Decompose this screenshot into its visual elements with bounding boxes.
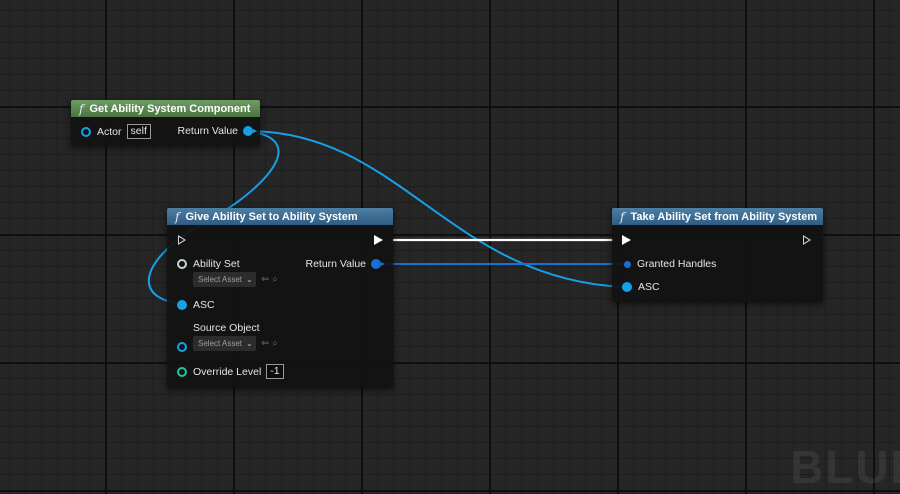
object-pin-icon[interactable] [177,300,187,310]
node-give-ability-set[interactable]: f Give Ability Set to Ability System Abi… [167,208,393,388]
struct-pin-icon[interactable] [624,260,631,268]
struct-pin-out-icon[interactable] [371,259,385,269]
asc-pin-row: ASC [177,299,215,311]
asc-label: ASC [638,281,660,293]
exec-in-pin-icon[interactable] [178,235,186,245]
node-header[interactable]: f Give Ability Set to Ability System [167,208,393,225]
ability-set-dropdown[interactable]: Select Asset ⌄ [193,272,256,287]
granted-handles-label: Granted Handles [637,258,717,270]
override-level-value[interactable]: -1 [266,364,284,379]
ability-set-pin-row: Ability Set [177,258,240,270]
source-object-dropdown[interactable]: Select Asset ⌄ [193,336,256,351]
function-icon: f [79,101,84,116]
node-get-ability-system-component[interactable]: f Get Ability System Component Actor sel… [71,100,260,146]
browse-icon[interactable]: ⌕ [272,338,278,349]
object-pin-icon[interactable] [622,282,632,292]
granted-handles-pin-row: Granted Handles [624,258,716,270]
override-level-pin-row: Override Level -1 [177,364,284,379]
asc-label: ASC [193,299,215,311]
exec-out-pin-icon[interactable] [374,235,383,245]
asc-pin-row: ASC [622,281,660,293]
blueprint-watermark: BLUE [790,441,900,493]
chevron-down-icon: ⌄ [246,339,253,348]
use-selected-icon[interactable]: ⇐ [261,338,269,349]
object-pin-out-icon[interactable] [243,126,257,136]
return-pin-row: Return Value [177,125,257,137]
source-object-value: Select Asset [198,339,243,348]
return-value-label: Return Value [177,125,238,137]
node-title: Give Ability Set to Ability System [185,210,358,223]
int-pin-icon[interactable] [177,366,187,377]
asset-pin-icon[interactable] [177,259,187,269]
override-level-label: Override Level [193,365,262,378]
chevron-down-icon: ⌄ [246,275,253,284]
source-object-pin-row: Source Object [177,322,260,352]
object-pin-icon[interactable] [177,342,187,352]
return-value-label: Return Value [305,258,366,270]
node-title: Take Ability Set from Ability System [630,210,818,223]
browse-icon[interactable]: ⌕ [272,274,278,285]
use-selected-icon[interactable]: ⇐ [261,274,269,285]
ability-set-select[interactable]: Select Asset ⌄ ⇐ ⌕ [193,272,278,287]
exec-in-pin-icon[interactable] [622,235,631,245]
exec-out-pin-icon[interactable] [803,235,811,245]
node-take-ability-set[interactable]: f Take Ability Set from Ability System G… [612,208,823,302]
node-title: Get Ability System Component [89,102,251,115]
actor-pin-row: Actor self [81,124,151,139]
object-pin-icon[interactable] [81,126,91,137]
ability-set-value: Select Asset [198,275,243,284]
actor-value[interactable]: self [126,124,151,139]
node-header[interactable]: f Take Ability Set from Ability System [612,208,823,225]
function-icon: f [620,209,625,224]
return-pin-row: Return Value [305,258,385,270]
function-icon: f [175,209,180,224]
ability-set-label: Ability Set [193,258,240,270]
source-object-select[interactable]: Select Asset ⌄ ⇐ ⌕ [193,336,278,351]
source-object-label: Source Object [193,322,260,334]
node-header[interactable]: f Get Ability System Component [71,100,260,117]
actor-label: Actor [97,125,122,138]
